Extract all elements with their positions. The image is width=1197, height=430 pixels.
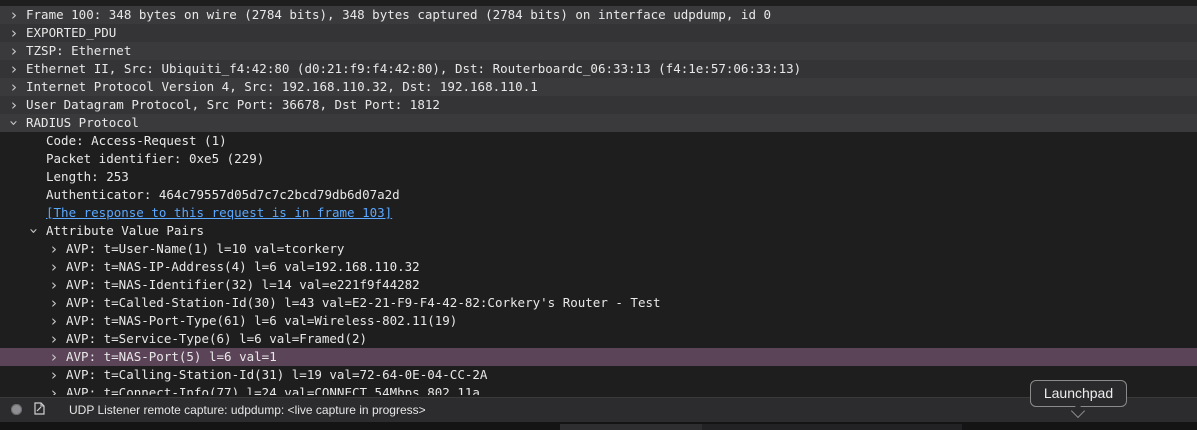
edit-comment-icon[interactable]	[34, 402, 45, 415]
tree-row-label: AVP: t=Calling-Station-Id(31) l=19 val=7…	[66, 367, 488, 382]
tree-row-label: Ethernet II, Src: Ubiquiti_f4:42:80 (d0:…	[26, 61, 802, 76]
tree-row-label: RADIUS Protocol	[26, 115, 139, 130]
tree-row-response-link[interactable]: [The response to this request is in fram…	[0, 204, 1197, 222]
tree-row-avp[interactable]: AVP: t=Connect-Info(77) l=24 val=CONNECT…	[0, 384, 1197, 395]
capture-status-indicator-icon[interactable]	[11, 404, 22, 415]
dock-segment	[702, 424, 962, 430]
tree-row-label: User Datagram Protocol, Src Port: 36678,…	[26, 97, 440, 112]
tree-row-avp[interactable]: AVP: t=Service-Type(6) l=6 val=Framed(2)	[0, 330, 1197, 348]
tree-row-label: Packet identifier: 0xe5 (229)	[46, 151, 265, 166]
tree-row-ethernet[interactable]: Ethernet II, Src: Ubiquiti_f4:42:80 (d0:…	[0, 60, 1197, 78]
tree-row-label: Code: Access-Request (1)	[46, 133, 227, 148]
chevron-right-icon[interactable]	[48, 258, 60, 276]
chevron-right-icon[interactable]	[8, 60, 20, 78]
chevron-right-icon[interactable]	[8, 24, 20, 42]
tree-row-avp-selected[interactable]: AVP: t=NAS-Port(5) l=6 val=1	[0, 348, 1197, 366]
response-frame-link[interactable]: [The response to this request is in fram…	[46, 204, 392, 222]
tree-row-label: Internet Protocol Version 4, Src: 192.16…	[26, 79, 538, 94]
tree-row-avp[interactable]: AVP: t=Called-Station-Id(30) l=43 val=E2…	[0, 294, 1197, 312]
tree-row-avp[interactable]: AVP: t=NAS-Identifier(32) l=14 val=e221f…	[0, 276, 1197, 294]
launchpad-tooltip: Launchpad	[1030, 380, 1127, 419]
tree-row-label: AVP: t=NAS-Port(5) l=6 val=1	[66, 349, 277, 364]
tree-row-label: AVP: t=Service-Type(6) l=6 val=Framed(2)	[66, 331, 368, 346]
tree-row-label: Frame 100: 348 bytes on wire (2784 bits)…	[26, 7, 772, 22]
tree-row-label: EXPORTED_PDU	[26, 25, 117, 40]
chevron-right-icon[interactable]	[48, 366, 60, 384]
tree-row-ipv4[interactable]: Internet Protocol Version 4, Src: 192.16…	[0, 78, 1197, 96]
wireshark-packet-details-window: Frame 100: 348 bytes on wire (2784 bits)…	[0, 0, 1197, 430]
tree-row-label: Length: 253	[46, 169, 129, 184]
status-message: UDP Listener remote capture: udpdump: <l…	[69, 403, 426, 417]
tree-row-radius[interactable]: RADIUS Protocol	[0, 114, 1197, 132]
tree-row-udp[interactable]: User Datagram Protocol, Src Port: 36678,…	[0, 96, 1197, 114]
tree-row-label: AVP: t=NAS-Port-Type(61) l=6 val=Wireles…	[66, 313, 458, 328]
chevron-right-icon[interactable]	[8, 78, 20, 96]
tree-row-label: Attribute Value Pairs	[46, 223, 205, 238]
tree-row-authenticator[interactable]: Authenticator: 464c79557d05d7c7c2bcd79db…	[0, 186, 1197, 204]
tree-row-label: TZSP: Ethernet	[26, 43, 132, 58]
chevron-right-icon[interactable]	[48, 384, 60, 395]
tree-row-avp[interactable]: AVP: t=NAS-IP-Address(4) l=6 val=192.168…	[0, 258, 1197, 276]
chevron-right-icon[interactable]	[48, 294, 60, 312]
dock-strip	[0, 422, 1197, 430]
chevron-down-icon[interactable]	[28, 222, 40, 240]
tooltip-text: Launchpad	[1043, 385, 1114, 401]
tree-row-label: AVP: t=NAS-IP-Address(4) l=6 val=192.168…	[66, 259, 420, 274]
chevron-right-icon[interactable]	[48, 276, 60, 294]
tree-row-tzsp[interactable]: TZSP: Ethernet	[0, 42, 1197, 60]
tree-row-label: AVP: t=Connect-Info(77) l=24 val=CONNECT…	[66, 385, 480, 395]
tree-row-frame[interactable]: Frame 100: 348 bytes on wire (2784 bits)…	[0, 6, 1197, 24]
packet-details-tree[interactable]: Frame 100: 348 bytes on wire (2784 bits)…	[0, 6, 1197, 395]
tree-row-avp[interactable]: AVP: t=NAS-Port-Type(61) l=6 val=Wireles…	[0, 312, 1197, 330]
chevron-down-icon[interactable]	[8, 114, 20, 132]
chevron-right-icon[interactable]	[8, 96, 20, 114]
chevron-right-icon[interactable]	[48, 312, 60, 330]
tree-row-label: AVP: t=Called-Station-Id(30) l=43 val=E2…	[66, 295, 661, 310]
chevron-right-icon[interactable]	[48, 240, 60, 258]
tree-row-label: AVP: t=User-Name(1) l=10 val=tcorkery	[66, 241, 345, 256]
chevron-right-icon[interactable]	[8, 42, 20, 60]
tree-row-packet-identifier[interactable]: Packet identifier: 0xe5 (229)	[0, 150, 1197, 168]
tree-row-label: AVP: t=NAS-Identifier(32) l=14 val=e221f…	[66, 277, 420, 292]
tree-row-radius-code[interactable]: Code: Access-Request (1)	[0, 132, 1197, 150]
tree-row-attribute-value-pairs[interactable]: Attribute Value Pairs	[0, 222, 1197, 240]
dock-segment	[560, 424, 702, 430]
chevron-right-icon[interactable]	[48, 330, 60, 348]
status-bar: UDP Listener remote capture: udpdump: <l…	[0, 397, 1197, 422]
tree-row-label: Authenticator: 464c79557d05d7c7c2bcd79db…	[46, 187, 400, 202]
tree-row-avp[interactable]: AVP: t=Calling-Station-Id(31) l=19 val=7…	[0, 366, 1197, 384]
tree-row-exported-pdu[interactable]: EXPORTED_PDU	[0, 24, 1197, 42]
tree-row-avp[interactable]: AVP: t=User-Name(1) l=10 val=tcorkery	[0, 240, 1197, 258]
chevron-right-icon[interactable]	[48, 348, 60, 366]
chevron-right-icon[interactable]	[8, 6, 20, 24]
tree-row-length[interactable]: Length: 253	[0, 168, 1197, 186]
